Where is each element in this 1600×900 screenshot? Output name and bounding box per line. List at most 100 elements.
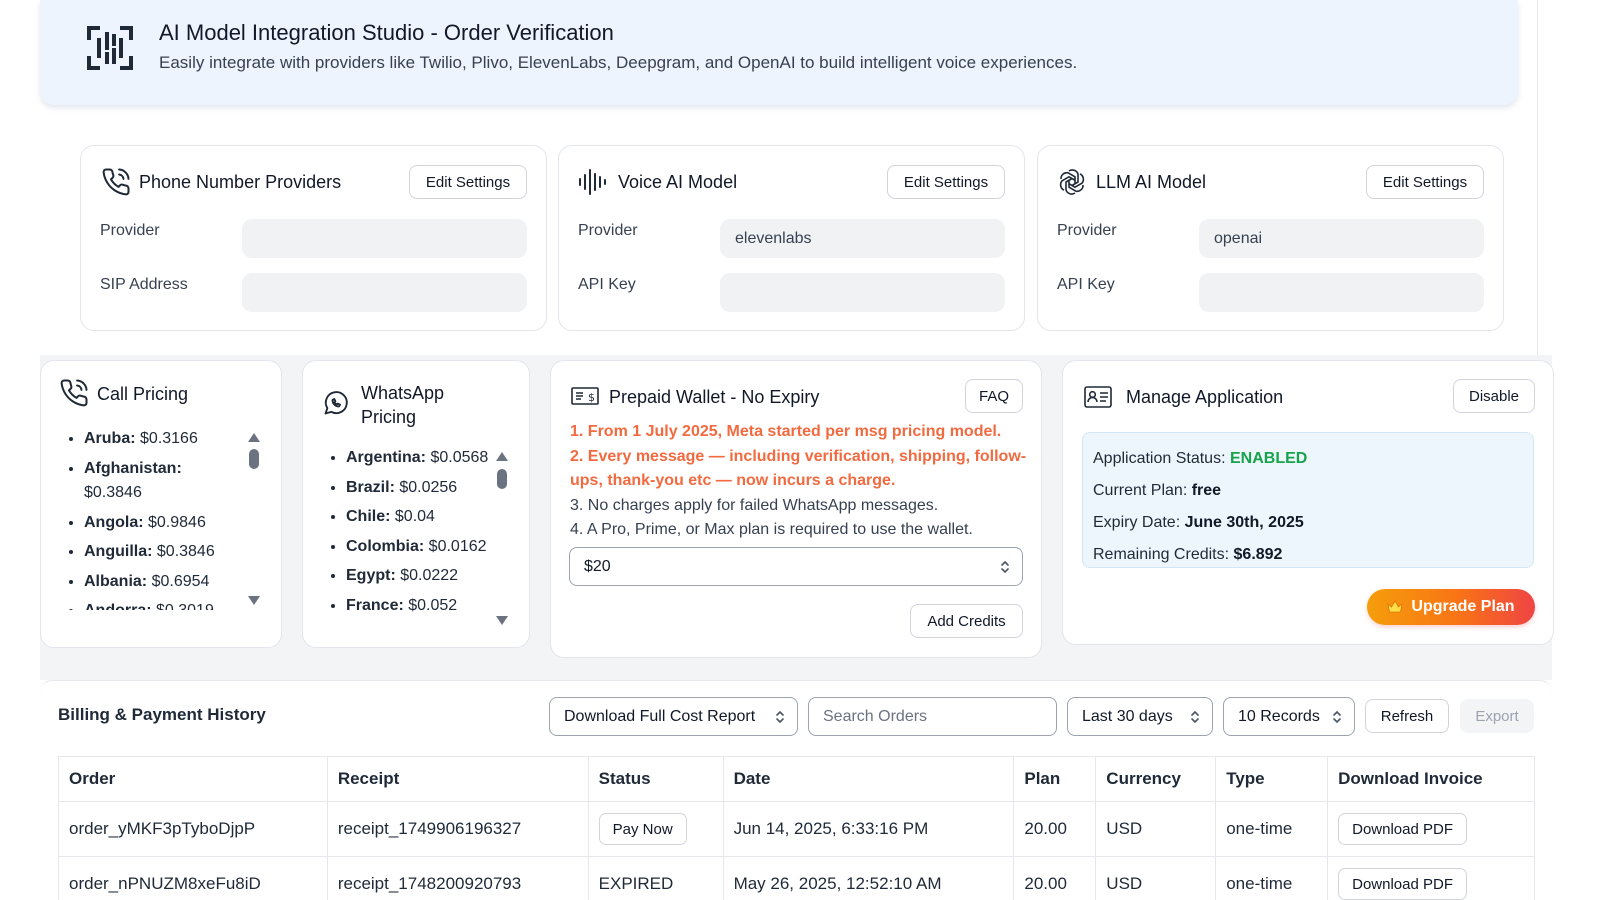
card-title: WhatsApp Pricing [361, 383, 445, 427]
column-header[interactable]: Status [587, 756, 724, 802]
chevron-updown-icon [776, 710, 784, 723]
card-title: Manage Application [1126, 387, 1284, 407]
records-per-page-select[interactable]: 10 Records [1223, 697, 1355, 736]
card-title: Voice AI Model [618, 172, 738, 192]
invoice-cell: Download PDF [1327, 801, 1535, 857]
card-title: LLM AI Model [1096, 172, 1207, 192]
voice-api-key-field[interactable] [720, 273, 1005, 312]
page-subtitle: Easily integrate with providers like Twi… [159, 53, 1078, 72]
add-credits-button[interactable]: Add Credits [910, 604, 1023, 638]
field-label: SIP Address [100, 276, 188, 293]
column-header[interactable]: Order [58, 756, 328, 802]
openai-icon [1059, 169, 1085, 195]
list-item: Chile: $0.04 [346, 505, 496, 530]
chevron-updown-icon [1191, 710, 1199, 723]
wallet-note: 3. No charges apply for failed WhatsApp … [570, 496, 939, 514]
export-button[interactable]: Export [1460, 699, 1534, 733]
date-cell: Jun 14, 2025, 6:33:16 PM [722, 801, 1015, 857]
upgrade-plan-button[interactable]: Upgrade Plan [1367, 589, 1535, 625]
card-title: Call Pricing [97, 384, 189, 404]
column-header[interactable]: Date [722, 756, 1015, 802]
table-header-row: Order Receipt Status Date Plan Currency … [58, 756, 1535, 802]
status-row: Application Status: ENABLED [1093, 450, 1308, 467]
plan-cell: 20.00 [1013, 856, 1097, 900]
date-range-select[interactable]: Last 30 days [1067, 697, 1213, 736]
credit-amount-select[interactable]: $20 [569, 547, 1023, 586]
pay-now-button[interactable]: Pay Now [598, 813, 687, 845]
list-item: Angola: $0.9846 [84, 511, 244, 536]
provider-field[interactable] [242, 219, 527, 258]
voice-provider-field[interactable]: elevenlabs [720, 219, 1005, 258]
column-header[interactable]: Currency [1095, 756, 1217, 802]
header-banner: AI Model Integration Studio - Order Veri… [40, 0, 1518, 105]
edit-settings-button[interactable]: Edit Settings [1366, 165, 1484, 199]
list-item: Egypt: $0.0222 [346, 564, 496, 589]
card-title: Phone Number Providers [139, 172, 342, 192]
wallet-note: 2. Every message — including verificatio… [570, 447, 1027, 490]
phone-providers-card: Phone Number Providers Edit Settings Pro… [80, 145, 547, 331]
call-pricing-card: Call Pricing Aruba: $0.3166 Afghanistan:… [40, 360, 282, 648]
refresh-button[interactable]: Refresh [1365, 699, 1449, 733]
credits-row: Remaining Credits: $6.892 [1093, 546, 1283, 563]
currency-cell: USD [1095, 856, 1217, 900]
call-pricing-list[interactable]: Aruba: $0.3166 Afghanistan: $0.3846 Ango… [64, 427, 244, 610]
disable-button[interactable]: Disable [1453, 379, 1535, 413]
download-pdf-button[interactable]: Download PDF [1338, 813, 1467, 845]
voice-ai-card: Voice AI Model Edit Settings Provider el… [558, 145, 1025, 331]
audio-waveform-icon [579, 169, 606, 195]
faq-button[interactable]: FAQ [965, 379, 1023, 413]
receipt-cell: receipt_1748200920793 [326, 856, 589, 900]
list-item: Albania: $0.6954 [84, 570, 244, 595]
order-id-cell: order_nPNUZM8xeFu8iD [58, 856, 328, 900]
list-item: Afghanistan: $0.3846 [84, 457, 244, 506]
scrollbar-thumb[interactable] [249, 449, 259, 469]
search-orders-input[interactable]: Search Orders [808, 697, 1057, 736]
scrollbar-thumb[interactable] [497, 469, 507, 489]
phone-call-icon [60, 379, 88, 407]
list-item: Argentina: $0.0568 [346, 446, 496, 471]
table-row: order_yMKF3pTyboDjpP receipt_17499061963… [58, 801, 1535, 857]
chevron-updown-icon [1001, 560, 1009, 573]
wallet-bill-icon: $ [571, 387, 599, 405]
llm-provider-field[interactable]: openai [1199, 219, 1484, 258]
expiry-row: Expiry Date: June 30th, 2025 [1093, 514, 1304, 531]
card-title: Prepaid Wallet - No Expiry [609, 387, 820, 407]
edit-settings-button[interactable]: Edit Settings [887, 165, 1005, 199]
id-card-icon [1084, 386, 1112, 408]
scroll-up-arrow[interactable] [496, 452, 508, 461]
page-title: AI Model Integration Studio - Order Veri… [159, 20, 614, 45]
scroll-down-arrow[interactable] [496, 616, 508, 625]
sip-address-field[interactable] [242, 273, 527, 312]
scroll-up-arrow[interactable] [248, 433, 260, 442]
whatsapp-pricing-list[interactable]: Argentina: $0.0568 Brazil: $0.0256 Chile… [326, 446, 496, 630]
list-item: Colombia: $0.0162 [346, 535, 496, 560]
download-pdf-button[interactable]: Download PDF [1338, 868, 1467, 900]
column-header[interactable]: Type [1215, 756, 1329, 802]
field-label: API Key [578, 276, 636, 293]
plan-cell: 20.00 [1013, 801, 1097, 857]
divider [1537, 0, 1538, 355]
status-badge: ENABLED [1229, 450, 1308, 467]
column-header[interactable]: Plan [1013, 756, 1097, 802]
currency-cell: USD [1095, 801, 1217, 857]
llm-api-key-field[interactable] [1199, 273, 1484, 312]
list-item: Andorra: $0.3019 [84, 599, 244, 610]
scan-brackets-icon [87, 26, 133, 70]
column-header[interactable]: Download Invoice [1327, 756, 1535, 802]
wallet-notes: 1. From 1 July 2025, Meta started per ms… [570, 420, 1030, 543]
invoice-cell: Download PDF [1327, 856, 1535, 900]
list-item: France: $0.052 [346, 594, 496, 619]
whatsapp-pricing-card: WhatsApp Pricing Argentina: $0.0568 Braz… [302, 360, 530, 648]
chevron-updown-icon [1333, 710, 1341, 723]
field-label: Provider [578, 222, 638, 239]
download-cost-report-select[interactable]: Download Full Cost Report [549, 697, 798, 736]
column-header[interactable]: Receipt [326, 756, 589, 802]
edit-settings-button[interactable]: Edit Settings [409, 165, 527, 199]
field-label: Provider [100, 222, 160, 239]
billing-table: Order Receipt Status Date Plan Currency … [58, 756, 1535, 900]
section-title: Billing & Payment History [58, 705, 266, 724]
field-label: API Key [1057, 276, 1115, 293]
field-label: Provider [1057, 222, 1117, 239]
llm-ai-card: LLM AI Model Edit Settings Provider open… [1037, 145, 1504, 331]
scroll-down-arrow[interactable] [248, 596, 260, 605]
